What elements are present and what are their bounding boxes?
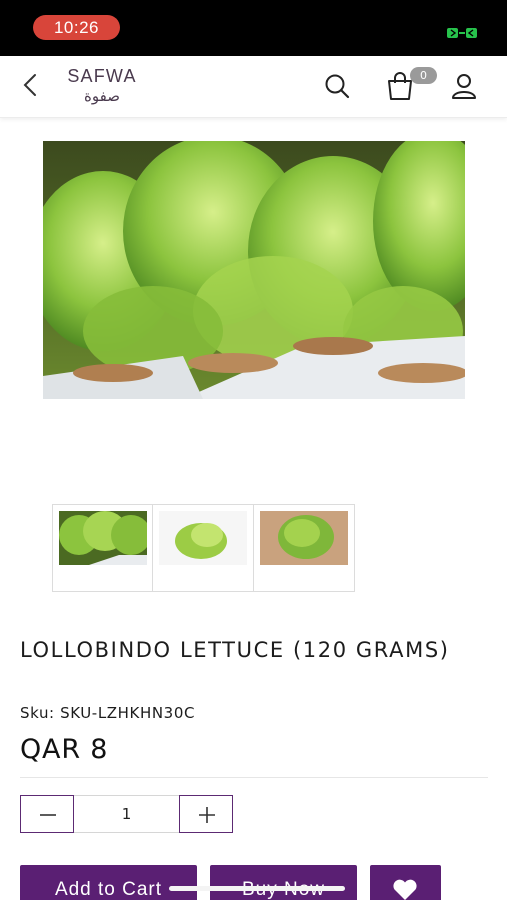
battery-icon: [447, 28, 477, 38]
safwa-logo[interactable]: SAFWA صفوة: [60, 66, 144, 110]
status-bar: 10:26: [0, 0, 507, 56]
quantity-increase-button[interactable]: [179, 795, 233, 833]
status-time: 10:26: [33, 15, 120, 40]
quantity-stepper: 1: [20, 795, 233, 833]
thumbnail-3[interactable]: [254, 504, 355, 592]
product-main-image[interactable]: [43, 141, 465, 399]
minus-icon: [40, 814, 56, 816]
back-button[interactable]: [16, 70, 46, 100]
logo-text-en: SAFWA: [67, 66, 137, 86]
add-to-cart-button[interactable]: Add to Cart: [20, 865, 197, 900]
user-icon: [452, 74, 476, 99]
product-sku: Sku: SKU-LZHKHN30C: [20, 704, 196, 722]
wishlist-button[interactable]: [370, 865, 441, 900]
search-icon: [325, 74, 350, 99]
thumbnail-2[interactable]: [153, 504, 254, 592]
product-price: QAR 8: [20, 734, 109, 765]
quantity-decrease-button[interactable]: [20, 795, 74, 833]
app-header: SAFWA صفوة 0: [0, 56, 507, 118]
buy-now-button[interactable]: Buy Now: [210, 865, 357, 900]
product-title: LOLLOBINDO LETTUCE (120 GRAMS): [20, 638, 450, 662]
account-button[interactable]: [448, 70, 480, 102]
home-indicator[interactable]: [169, 886, 345, 891]
search-button[interactable]: [321, 70, 353, 102]
cart-count-badge: 0: [410, 67, 437, 84]
thumbnail-strip: [52, 504, 355, 592]
heart-icon: [393, 879, 417, 900]
chevron-left-icon: [23, 74, 36, 96]
divider: [20, 777, 488, 778]
logo-text-ar: صفوة: [84, 87, 120, 105]
lettuce-thumbnail: [59, 511, 147, 565]
lettuce-photo: [43, 141, 465, 399]
lettuce-thumbnail: [159, 511, 247, 565]
quantity-input[interactable]: 1: [74, 795, 179, 833]
thumbnail-1[interactable]: [52, 504, 153, 592]
plus-icon: [199, 807, 215, 823]
lettuce-thumbnail: [260, 511, 348, 565]
